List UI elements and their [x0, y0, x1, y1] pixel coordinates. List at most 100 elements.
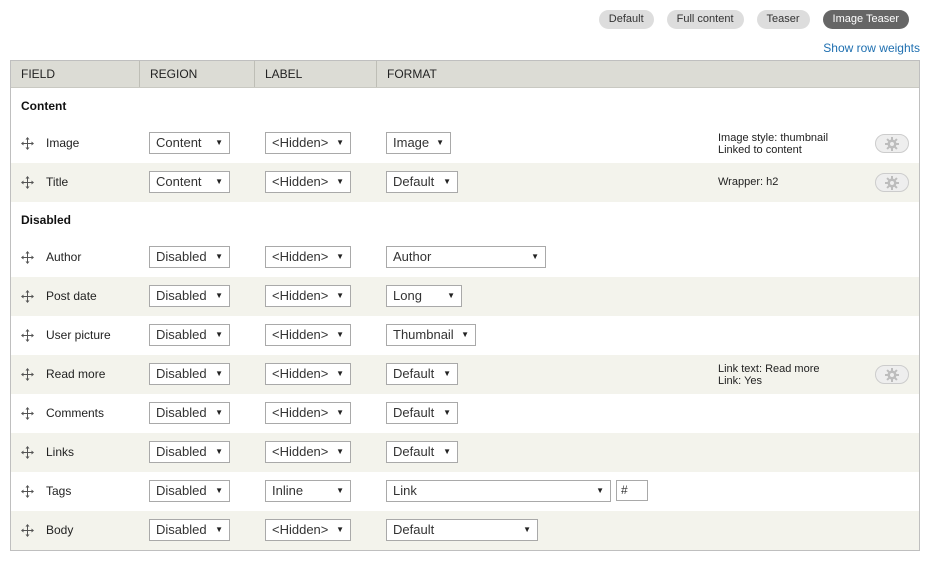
format-select[interactable]: Long ▼ [386, 285, 462, 307]
label-select[interactable]: <Hidden> ▼ [265, 285, 351, 307]
format-select[interactable]: Default ▼ [386, 402, 458, 424]
dropdown-arrow-icon: ▼ [336, 291, 344, 300]
format-select-value: Default [393, 444, 435, 459]
region-select[interactable]: Disabled ▼ [149, 285, 230, 307]
summary-line: Link text: Read more [718, 363, 820, 375]
dropdown-arrow-icon: ▼ [336, 369, 344, 378]
dropdown-arrow-icon: ▼ [443, 177, 451, 186]
dropdown-arrow-icon: ▼ [461, 330, 469, 339]
tab-image-teaser[interactable]: Image Teaser [822, 10, 909, 29]
label-select[interactable]: <Hidden> ▼ [265, 171, 351, 193]
table-row: Tags Disabled ▼ Inline ▼ Link ▼ # [11, 472, 919, 511]
format-select[interactable]: Author ▼ [386, 246, 546, 268]
table-row: User picture Disabled ▼ <Hidden> ▼ Thumbna… [11, 316, 919, 355]
field-name: Post date [46, 289, 97, 303]
dropdown-arrow-icon: ▼ [336, 330, 344, 339]
region-select[interactable]: Content ▼ [149, 171, 230, 193]
region-select[interactable]: Disabled ▼ [149, 441, 230, 463]
field-name: Body [46, 523, 74, 537]
format-select-value: Image [393, 135, 430, 150]
label-select-value: <Hidden> [272, 366, 329, 381]
format-settings-button[interactable] [875, 134, 909, 153]
region-select[interactable]: Disabled ▼ [149, 324, 230, 346]
region-select-value: Disabled [156, 288, 207, 303]
format-settings-button[interactable] [875, 173, 909, 192]
region-select[interactable]: Content ▼ [149, 132, 230, 154]
region-select-value: Content [156, 174, 202, 189]
region-select[interactable]: Disabled ▼ [149, 363, 230, 385]
drag-handle-icon[interactable] [21, 251, 34, 264]
dropdown-arrow-icon: ▼ [447, 291, 455, 300]
label-select-value: <Hidden> [272, 405, 329, 420]
format-select[interactable]: Thumbnail ▼ [386, 324, 476, 346]
drag-handle-icon[interactable] [21, 446, 34, 459]
format-select[interactable]: Default ▼ [386, 519, 538, 541]
label-select-value: <Hidden> [272, 288, 329, 303]
table-row: Title Content ▼ <Hidden> ▼ Default ▼ Wrappe… [11, 163, 919, 202]
region-select[interactable]: Disabled ▼ [149, 402, 230, 424]
format-select-value: Author [393, 249, 432, 264]
dropdown-arrow-icon: ▼ [336, 447, 344, 456]
drag-handle-icon[interactable] [21, 524, 34, 537]
dropdown-arrow-icon: ▼ [215, 486, 223, 495]
table-row: Links Disabled ▼ <Hidden> ▼ Default ▼ [11, 433, 919, 472]
label-select[interactable]: <Hidden> ▼ [265, 441, 351, 463]
dropdown-arrow-icon: ▼ [215, 408, 223, 417]
dropdown-arrow-icon: ▼ [215, 330, 223, 339]
tab-teaser[interactable]: Teaser [756, 10, 810, 29]
region-select[interactable]: Disabled ▼ [149, 480, 230, 502]
field-name: Tags [46, 484, 72, 498]
dropdown-arrow-icon: ▼ [336, 408, 344, 417]
field-name: Image [46, 136, 80, 150]
format-select[interactable]: Image ▼ [386, 132, 451, 154]
region-select[interactable]: Disabled ▼ [149, 519, 230, 541]
drag-handle-icon[interactable] [21, 176, 34, 189]
region-select[interactable]: Disabled ▼ [149, 246, 230, 268]
format-summary: Wrapper: h2 [718, 176, 778, 188]
dropdown-arrow-icon: ▼ [215, 252, 223, 261]
drag-handle-icon[interactable] [21, 407, 34, 420]
format-summary: Link text: Read more Link: Yes [718, 363, 820, 387]
show-row-weights-link[interactable]: Show row weights [823, 41, 920, 55]
label-select-value: <Hidden> [272, 327, 329, 342]
drag-handle-icon[interactable] [21, 329, 34, 342]
column-header-region: REGION [140, 61, 255, 87]
dropdown-arrow-icon: ▼ [443, 369, 451, 378]
format-select[interactable]: Link ▼ [386, 480, 611, 502]
label-select[interactable]: <Hidden> ▼ [265, 324, 351, 346]
region-select-value: Disabled [156, 327, 207, 342]
format-settings-button[interactable] [875, 365, 909, 384]
drag-handle-icon[interactable] [21, 485, 34, 498]
label-select[interactable]: <Hidden> ▼ [265, 519, 351, 541]
table-row: Body Disabled ▼ <Hidden> ▼ Default ▼ [11, 511, 919, 550]
tab-default[interactable]: Default [598, 10, 654, 29]
label-select[interactable]: <Hidden> ▼ [265, 402, 351, 424]
field-display-table: FIELD REGION LABEL FORMAT Content Image … [10, 60, 920, 551]
tab-full-content[interactable]: Full content [666, 10, 744, 29]
drag-handle-icon[interactable] [21, 137, 34, 150]
dropdown-arrow-icon: ▼ [531, 252, 539, 261]
label-select-value: <Hidden> [272, 444, 329, 459]
drag-handle-icon[interactable] [21, 368, 34, 381]
summary-line: Wrapper: h2 [718, 176, 779, 188]
drag-handle-icon[interactable] [21, 290, 34, 303]
label-select-value: <Hidden> [272, 135, 329, 150]
column-header-label: LABEL [255, 61, 377, 87]
format-select-value: Default [393, 522, 435, 537]
format-select-value: Default [393, 174, 435, 189]
label-select[interactable]: <Hidden> ▼ [265, 132, 351, 154]
label-select[interactable]: Inline ▼ [265, 480, 351, 502]
format-select[interactable]: Default ▼ [386, 363, 458, 385]
dropdown-arrow-icon: ▼ [336, 525, 344, 534]
format-select[interactable]: Default ▼ [386, 171, 458, 193]
summary-line: Image style: thumbnail [718, 132, 829, 144]
table-row: Image Content ▼ <Hidden> ▼ Image ▼ Image st… [11, 124, 919, 163]
region-select-value: Content [156, 135, 202, 150]
region-select-value: Disabled [156, 249, 207, 264]
label-select[interactable]: <Hidden> ▼ [265, 363, 351, 385]
format-select[interactable]: Default ▼ [386, 441, 458, 463]
label-select[interactable]: <Hidden> ▼ [265, 246, 351, 268]
format-select-value: Default [393, 366, 435, 381]
separator-input[interactable]: # [616, 480, 648, 501]
gear-icon [885, 136, 899, 151]
